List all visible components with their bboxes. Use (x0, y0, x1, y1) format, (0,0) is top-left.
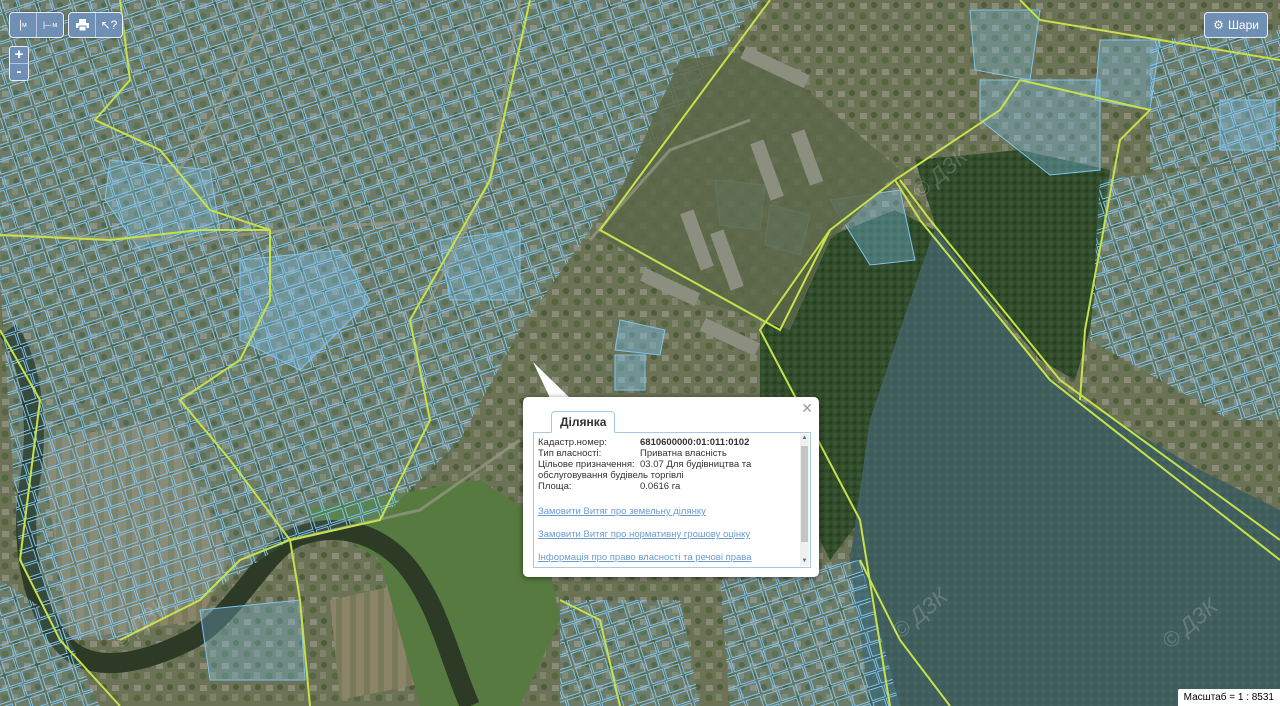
measure-area-button[interactable]: ⊢ м (36, 13, 63, 37)
close-icon[interactable]: ✕ (801, 400, 813, 417)
parcel[interactable] (199, 599, 306, 681)
ownership-info-link[interactable]: Інформація про право власності та речові… (538, 552, 794, 563)
field-label: Цільове призначення: (538, 459, 635, 470)
parcel[interactable] (969, 9, 1041, 81)
satellite-map[interactable]: © ДЗК © ДЗК © ДЗК © ДЗК © ДЗК (0, 0, 1280, 706)
popup-content: Кадастр.номер: 6810600000:01:011:0102 Ти… (538, 437, 794, 563)
order-valuation-link[interactable]: Замовити Витяг про нормативну грошову оц… (538, 529, 794, 540)
measure-area-unit: м (52, 21, 58, 29)
zoom-out-button[interactable]: - (10, 63, 28, 80)
field-label: Площа: (538, 481, 572, 492)
field-label: Тип власності: (538, 448, 602, 459)
tab-parcel[interactable]: Ділянка (551, 411, 616, 433)
identify-icon: ↖? (100, 18, 118, 32)
measure-distance-unit: м (22, 21, 27, 29)
field-value: 0.0616 га (640, 481, 681, 492)
field-value: 6810600000:01:011:0102 (640, 437, 750, 448)
print-button[interactable] (69, 13, 95, 37)
field-cadastral-number: Кадастр.номер: 6810600000:01:011:0102 (538, 437, 794, 448)
map-scale: Масштаб = 1 : 8531 (1177, 689, 1280, 706)
parcel[interactable] (439, 229, 521, 301)
map-actions: ↖? (68, 12, 123, 38)
scroll-thumb[interactable] (801, 446, 808, 542)
parcel-grid[interactable] (560, 600, 700, 706)
area-icon: ⊢ (42, 19, 53, 32)
scroll-down-icon[interactable]: ▼ (800, 557, 809, 566)
parcel-info-popup: ✕ Ділянка Кадастр.номер: 6810600000:01:0… (523, 397, 819, 577)
popup-scrollbar[interactable]: ▲ ▼ (800, 434, 809, 566)
scroll-up-icon[interactable]: ▲ (800, 434, 809, 443)
measure-distance-button[interactable]: | м (10, 13, 36, 37)
field-area: Площа: 0.0616 га (538, 481, 794, 492)
parcel[interactable] (1219, 99, 1276, 151)
popup-panel: Кадастр.номер: 6810600000:01:011:0102 Ти… (533, 432, 811, 568)
field-purpose: Цільове призначення: 03.07 Для будівництв… (538, 459, 794, 481)
zoom-in-button[interactable]: + (10, 47, 28, 63)
layers-button[interactable]: ⚙ Шари (1204, 12, 1268, 38)
field-ownership-type: Тип власності: Приватна власність (538, 448, 794, 459)
gear-icon: ⚙ (1213, 18, 1224, 32)
measure-tools: | м ⊢ м (9, 12, 64, 38)
print-icon (75, 19, 89, 31)
identify-button[interactable]: ↖? (95, 13, 122, 37)
zoom-control: + - (9, 46, 29, 81)
layers-label: Шари (1227, 18, 1259, 32)
popup-pointer (533, 362, 570, 398)
field-value: Приватна власність (640, 448, 727, 459)
field-label: Кадастр.номер: (538, 437, 607, 448)
parcel[interactable] (614, 354, 646, 391)
order-extract-link[interactable]: Замовити Витяг про земельну ділянку (538, 506, 794, 517)
